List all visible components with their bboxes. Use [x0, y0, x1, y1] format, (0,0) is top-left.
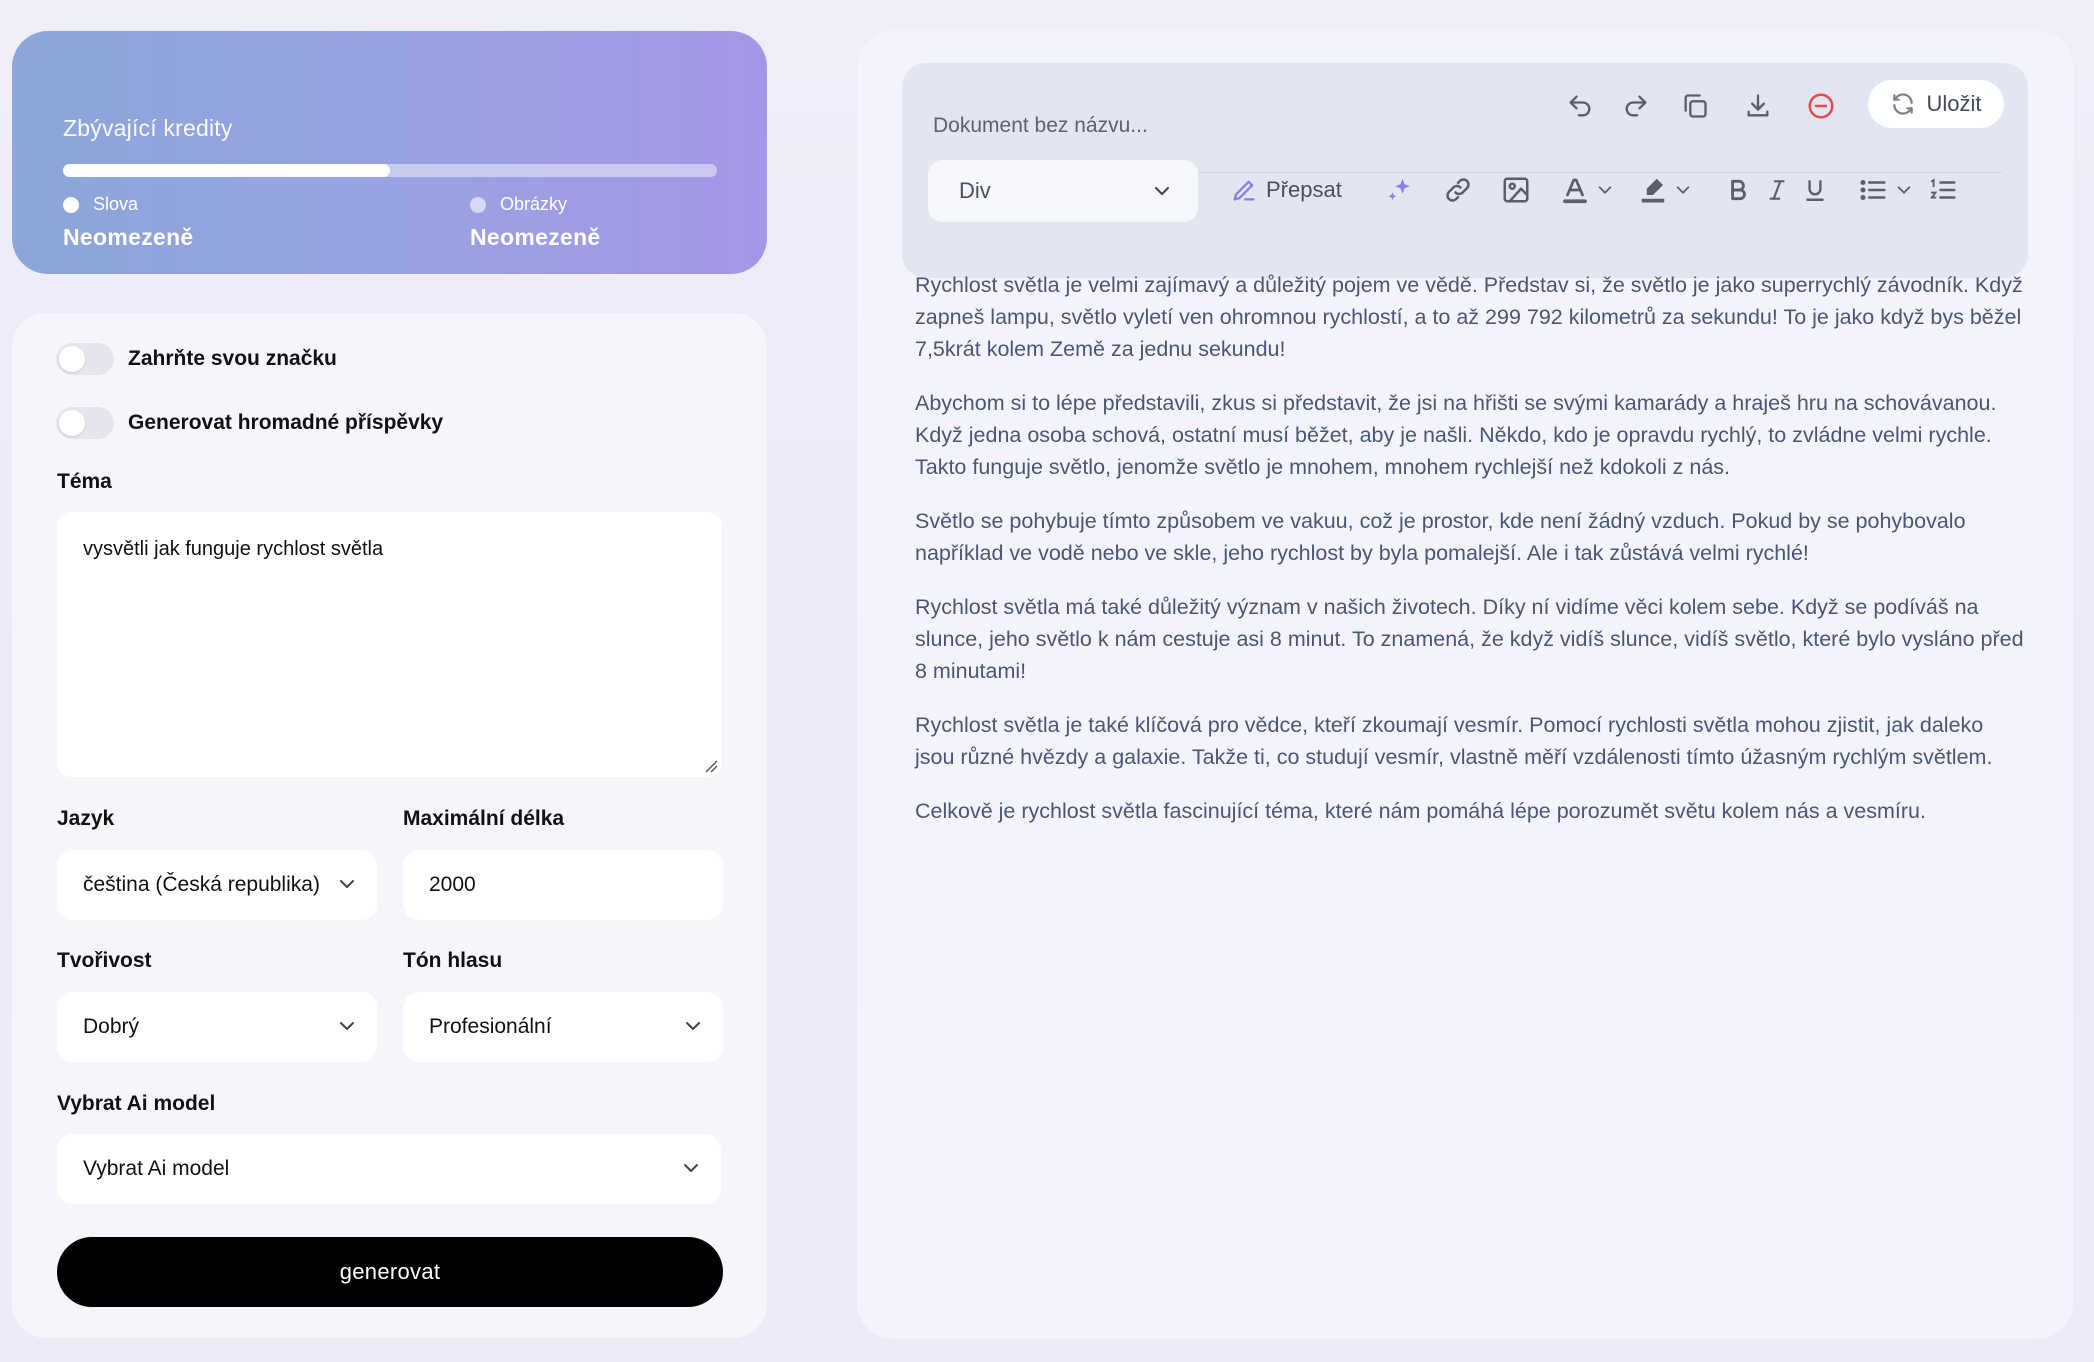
creativity-value: Dobrý	[83, 1015, 140, 1038]
chevron-down-icon	[684, 1164, 698, 1172]
max-length-label: Maximální délka	[403, 807, 565, 830]
chevron-down-icon	[340, 1022, 354, 1030]
creativity-label: Tvořivost	[57, 949, 152, 972]
numbered-list-icon[interactable]	[1927, 174, 1959, 206]
editor-panel: Dokument bez názvu... Uložit Div Přepsat…	[857, 31, 2073, 1339]
highlight-icon[interactable]	[1637, 174, 1669, 206]
words-legend: Slova	[63, 194, 138, 215]
paragraph: Rychlost světla má také důležitý význam …	[915, 595, 2024, 683]
max-length-input[interactable]: 2000	[403, 850, 723, 920]
topic-label: Téma	[57, 470, 112, 493]
italic-icon[interactable]	[1762, 174, 1792, 206]
bulk-toggle-label: Generovat hromadné příspěvky	[128, 411, 444, 434]
highlight-chevron-icon[interactable]	[1672, 179, 1694, 201]
chevron-down-icon	[340, 880, 354, 888]
tone-select[interactable]: Profesionální	[403, 992, 723, 1062]
generator-form: Zahrňte svou značku Generovat hromadné p…	[12, 313, 767, 1338]
refresh-icon	[1893, 93, 1914, 115]
document-title-input[interactable]: Dokument bez názvu...	[933, 114, 1148, 138]
bulk-toggle[interactable]	[56, 407, 114, 439]
bold-icon[interactable]	[1723, 174, 1753, 206]
link-icon[interactable]	[1442, 174, 1474, 206]
redo-icon[interactable]	[1620, 90, 1652, 122]
paragraph: Rychlost světla je také klíčová pro vědc…	[915, 713, 1993, 769]
topic-textarea[interactable]: vysvětli jak funguje rychlost světla	[57, 512, 722, 777]
brand-toggle-label: Zahrňte svou značku	[128, 347, 337, 370]
save-label: Uložit	[1926, 91, 1982, 116]
tone-label: Tón hlasu	[403, 949, 503, 972]
block-type-select[interactable]: Div	[928, 160, 1198, 222]
copy-icon[interactable]	[1679, 90, 1711, 122]
delete-icon[interactable]	[1805, 90, 1837, 122]
words-label: Slova	[93, 194, 139, 214]
bullet-list-chevron-icon[interactable]	[1893, 179, 1915, 201]
brand-toggle[interactable]	[56, 343, 114, 375]
words-dot	[63, 196, 79, 213]
toggle-knob	[59, 410, 85, 436]
paragraph: Celkově je rychlost světla fascinující t…	[915, 799, 1926, 823]
chevron-down-icon	[1155, 187, 1169, 195]
credits-progress-bar	[63, 164, 717, 177]
images-label: Obrázky	[500, 194, 568, 214]
topic-value: vysvětli jak funguje rychlost světla	[83, 538, 384, 560]
tone-value: Profesionální	[429, 1015, 552, 1038]
images-value: Neomezeně	[470, 224, 601, 250]
language-value: čeština (Česká republika)	[83, 873, 320, 896]
download-icon[interactable]	[1742, 90, 1774, 122]
editor-toolbar: Dokument bez názvu... Uložit Div Přepsat	[902, 63, 2028, 278]
paragraph: Světlo se pohybuje tímto způsobem ve vak…	[915, 509, 1966, 565]
paragraph: Abychom si to lépe představili, zkus si …	[915, 391, 1997, 479]
undo-icon[interactable]	[1564, 90, 1596, 122]
chevron-down-icon	[686, 1022, 700, 1030]
language-label: Jazyk	[57, 807, 115, 830]
words-value: Neomezeně	[63, 224, 194, 250]
language-select[interactable]: čeština (Česká republika)	[57, 850, 377, 920]
resize-handle-icon[interactable]	[704, 759, 718, 773]
block-type-value: Div	[959, 178, 991, 203]
model-label: Vybrat Ai model	[57, 1092, 216, 1115]
generate-button[interactable]: generovat	[57, 1237, 723, 1307]
text-color-chevron-icon[interactable]	[1594, 179, 1616, 201]
model-select[interactable]: Vybrat Ai model	[57, 1134, 721, 1204]
credits-progress-fill	[63, 164, 390, 177]
bulk-toggle-row: Generovat hromadné příspěvky	[56, 407, 443, 439]
toggle-knob	[59, 346, 85, 372]
sparkle-icon[interactable]	[1383, 173, 1417, 207]
text-color-icon[interactable]	[1559, 174, 1591, 206]
underline-icon[interactable]	[1800, 174, 1830, 206]
model-value: Vybrat Ai model	[83, 1157, 230, 1180]
creativity-select[interactable]: Dobrý	[57, 992, 377, 1062]
max-length-value: 2000	[429, 873, 476, 896]
pencil-icon	[1233, 180, 1255, 201]
bullet-list-icon[interactable]	[1857, 174, 1889, 206]
image-icon[interactable]	[1500, 174, 1532, 206]
paragraph: Rychlost světla je velmi zajímavý a důle…	[915, 273, 2023, 361]
document-content[interactable]: Rychlost světla je velmi zajímavý a důle…	[915, 269, 2025, 849]
images-dot	[470, 196, 486, 213]
credits-card: Zbývající kredity Slova Neomezeně Obrázk…	[12, 31, 767, 274]
credits-title: Zbývající kredity	[63, 115, 233, 141]
rewrite-button[interactable]: Přepsat	[1230, 176, 1342, 204]
brand-toggle-row: Zahrňte svou značku	[56, 343, 337, 375]
images-legend: Obrázky	[470, 194, 567, 215]
save-button[interactable]: Uložit	[1868, 80, 2004, 128]
rewrite-label: Přepsat	[1266, 177, 1342, 202]
